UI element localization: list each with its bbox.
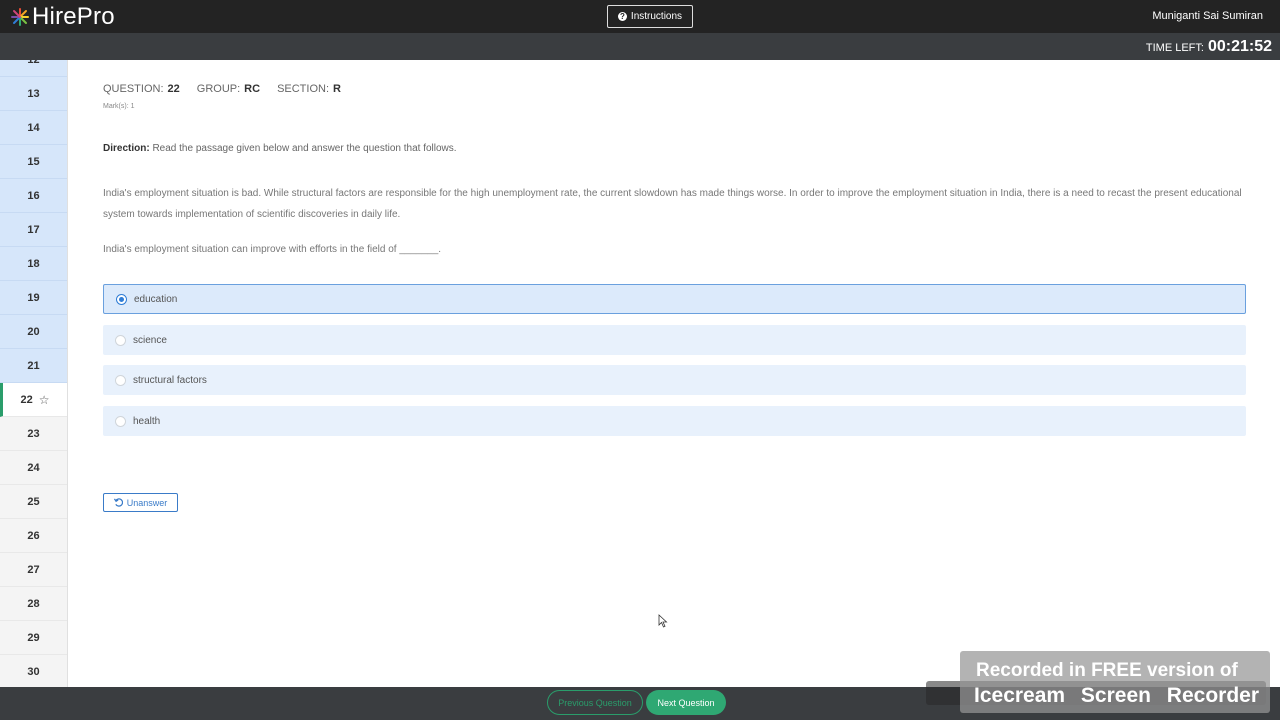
question-prompt: India's employment situation can improve…	[103, 244, 442, 255]
direction-text: Read the passage given below and answer …	[152, 143, 457, 154]
question-number: 22	[167, 83, 180, 95]
question-nav-17[interactable]: 17	[0, 213, 67, 247]
question-panel: QUESTION: 22 GROUP: RC SECTION: R Mark(s): …	[67, 60, 1280, 687]
option-health[interactable]: health	[103, 406, 1246, 436]
question-nav-label: 12	[27, 60, 39, 66]
question-nav-label: 25	[27, 495, 40, 508]
previous-question-button[interactable]: Previous Question	[547, 690, 643, 715]
option-science[interactable]: science	[103, 325, 1246, 355]
logo-text: HirePro	[32, 3, 115, 30]
section-value: R	[333, 83, 341, 95]
question-nav-label: 29	[27, 631, 40, 644]
timer-label: TIME LEFT:	[1145, 42, 1204, 54]
question-nav-27[interactable]: 27	[0, 553, 67, 587]
question-nav-label: 20	[27, 325, 40, 338]
group-label: GROUP:	[196, 83, 241, 95]
option-label: structural factors	[133, 374, 207, 386]
question-nav-label: 13	[27, 87, 40, 100]
timer-bar: TIME LEFT: 00:21:52	[0, 33, 1280, 60]
question-nav-15[interactable]: 15	[0, 145, 67, 179]
unanswer-label: Unanswer	[126, 497, 168, 508]
question-nav-25[interactable]: 25	[0, 485, 67, 519]
question-list: 12 13 14 15 16 17 18 19 20 21 22☆ 23 24 …	[0, 60, 67, 687]
question-nav-28[interactable]: 28	[0, 587, 67, 621]
question-nav-label: 24	[27, 461, 40, 474]
option-structural-factors[interactable]: structural factors	[103, 365, 1246, 395]
radio-button[interactable]	[115, 374, 126, 386]
option-label: health	[133, 415, 161, 427]
username: Muniganti Sai Sumiran	[1152, 10, 1263, 22]
question-nav-label: 17	[27, 223, 40, 236]
mouse-cursor-icon	[658, 614, 668, 628]
hirepro-logo: HirePro	[10, 3, 115, 31]
question-nav-label: 30	[27, 665, 40, 678]
timer: TIME LEFT: 00:21:52	[1146, 38, 1272, 56]
question-nav-21[interactable]: 21	[0, 349, 67, 383]
question-nav-label: 19	[27, 291, 40, 304]
question-nav-label: 14	[27, 121, 40, 134]
radio-button[interactable]	[115, 334, 126, 346]
question-navigator: 12 13 14 15 16 17 18 19 20 21 22☆ 23 24 …	[0, 60, 68, 687]
radio-button[interactable]	[115, 415, 126, 427]
option-label: education	[134, 293, 178, 305]
question-nav-label: 15	[27, 155, 40, 168]
timer-value: 00:21:52	[1207, 38, 1272, 55]
instructions-button[interactable]: ? Instructions	[607, 5, 693, 28]
question-nav-18[interactable]: 18	[0, 247, 67, 281]
question-nav-20[interactable]: 20	[0, 315, 67, 349]
logo-burst-icon	[10, 7, 30, 27]
passage: India's employment situation is bad. Whi…	[103, 188, 1242, 220]
question-nav-13[interactable]: 13	[0, 77, 67, 111]
question-nav-23[interactable]: 23	[0, 417, 67, 451]
question-nav-label: 18	[27, 257, 40, 270]
question-nav-label: 22	[20, 393, 33, 406]
watermark-line1: Recorded in FREE version of	[976, 660, 1238, 681]
question-nav-30[interactable]: 30	[0, 655, 67, 687]
direction-label: Direction:	[103, 143, 150, 154]
question-nav-14[interactable]: 14	[0, 111, 67, 145]
star-icon[interactable]: ☆	[39, 393, 50, 407]
group-value: RC	[244, 83, 261, 95]
unanswer-button[interactable]: Unanswer	[103, 493, 178, 512]
question-nav-label: 26	[27, 529, 40, 542]
question-nav-24[interactable]: 24	[0, 451, 67, 485]
question-nav-label: 23	[27, 427, 40, 440]
question-nav-label: 27	[27, 563, 40, 576]
marks-text: Mark(s): 1	[103, 103, 135, 110]
option-education[interactable]: education	[103, 284, 1246, 314]
direction: Direction: Read the passage given below …	[103, 143, 457, 154]
question-nav-22[interactable]: 22 ☆	[0, 383, 67, 417]
watermark-line2: Icecream Screen Recorder	[974, 684, 1259, 707]
question-nav-29[interactable]: 29	[0, 621, 67, 655]
question-nav-12[interactable]: 12	[0, 60, 67, 77]
undo-icon	[113, 498, 123, 507]
question-nav-19[interactable]: 19	[0, 281, 67, 315]
question-nav-26[interactable]: 26	[0, 519, 67, 553]
question-circle-icon: ?	[617, 12, 627, 21]
question-nav-label: 28	[27, 597, 40, 610]
instructions-label: Instructions	[630, 11, 683, 22]
question-meta: QUESTION: 22 GROUP: RC SECTION: R	[103, 83, 358, 95]
question-nav-label: 21	[27, 359, 40, 372]
question-label: QUESTION:	[103, 83, 164, 95]
question-nav-label: 16	[27, 189, 40, 202]
option-label: science	[133, 334, 167, 346]
top-bar: HirePro ? Instructions Muniganti Sai Sum…	[0, 0, 1280, 33]
question-nav-16[interactable]: 16	[0, 179, 67, 213]
recorder-watermark: Recorded in FREE version of Icecream Scr…	[960, 651, 1270, 713]
next-question-button[interactable]: Next Question	[646, 690, 726, 715]
section-label: SECTION:	[277, 83, 330, 95]
radio-button-selected[interactable]	[116, 293, 127, 305]
